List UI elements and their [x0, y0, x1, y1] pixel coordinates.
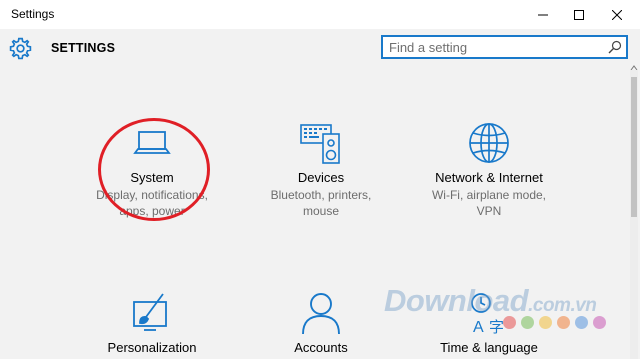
watermark-dots — [503, 316, 606, 329]
tile-system-desc-line2: apps, power — [119, 204, 185, 218]
svg-text:字: 字 — [489, 318, 504, 334]
watermark-domain: .com.vn — [528, 295, 597, 316]
tile-network-desc-line1: Wi-Fi, airplane mode, — [431, 188, 547, 202]
gear-icon — [9, 37, 32, 60]
page-title: SETTINGS — [51, 41, 116, 55]
tile-network-label: Network & Internet — [435, 170, 543, 185]
tile-network[interactable]: Network & Internet Wi-Fi, airplane mode,… — [403, 122, 575, 219]
watermark-dot — [521, 316, 534, 329]
watermark-dot — [539, 316, 552, 329]
watermark-main: Download — [384, 283, 529, 318]
watermark-dot — [557, 316, 570, 329]
tile-network-desc-line2: VPN — [476, 204, 502, 218]
search-box[interactable]: Find a setting — [381, 35, 628, 59]
tile-system-desc-line1: Display, notifications, — [96, 188, 208, 202]
close-icon — [612, 9, 622, 20]
watermark-dot — [593, 316, 606, 329]
person-icon — [302, 293, 340, 334]
laptop-icon — [133, 131, 171, 154]
close-button[interactable] — [594, 0, 640, 29]
tile-devices-desc-line2: mouse — [302, 204, 340, 218]
tile-personalization-label: Personalization — [107, 340, 197, 355]
tile-devices[interactable]: Devices Bluetooth, printers, mouse — [235, 122, 407, 219]
svg-text:A: A — [473, 319, 484, 334]
watermark-dot — [575, 316, 588, 329]
tile-accounts[interactable]: Accounts — [235, 292, 407, 355]
title-bar: Settings — [0, 0, 640, 29]
search-icon[interactable] — [608, 40, 622, 54]
tile-system-label: System — [130, 170, 174, 185]
minimize-icon — [538, 14, 548, 15]
scrollbar-thumb[interactable] — [631, 77, 637, 217]
search-input[interactable] — [389, 39, 603, 57]
tile-time-language-label: Time & language — [440, 340, 538, 355]
tile-personalization[interactable]: Personalization — [66, 292, 238, 355]
tile-devices-label: Devices — [297, 170, 345, 185]
scrollbar[interactable] — [630, 70, 638, 359]
paint-icon — [133, 293, 167, 331]
maximize-icon — [574, 9, 584, 20]
window-title: Settings — [11, 7, 55, 21]
tile-accounts-label: Accounts — [294, 340, 348, 355]
tile-devices-desc-line1: Bluetooth, printers, — [270, 188, 372, 202]
watermark-dot — [503, 316, 516, 329]
watermark: Download.com.vn — [384, 283, 597, 319]
globe-icon — [469, 123, 509, 163]
tile-system[interactable]: System Display, notifications, apps, pow… — [66, 122, 238, 219]
keyboard-speaker-icon — [300, 124, 340, 164]
